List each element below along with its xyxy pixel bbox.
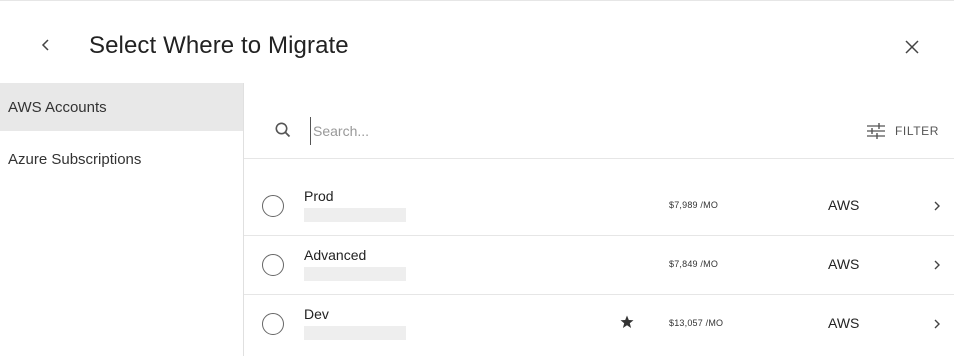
select-radio[interactable] [262, 313, 284, 335]
filter-button[interactable]: FILTER [866, 119, 939, 143]
filter-label: FILTER [895, 124, 940, 138]
account-name: Prod [304, 188, 334, 204]
chevron-right-icon[interactable] [932, 258, 942, 272]
sidebar-item-azure-subscriptions[interactable]: Azure Subscriptions [0, 135, 243, 183]
star-icon [620, 315, 634, 328]
sidebar: AWS Accounts Azure Subscriptions [0, 83, 243, 356]
list-item[interactable]: Dev $13,057 /MO AWS [244, 295, 954, 354]
search-bar: FILTER [244, 103, 954, 159]
account-provider: AWS [828, 197, 860, 213]
account-id-placeholder [304, 326, 406, 340]
account-list: Prod $7,989 /MO AWS Advanced $7,849 /MO … [244, 177, 954, 354]
select-radio[interactable] [262, 195, 284, 217]
account-id-placeholder [304, 267, 406, 281]
sidebar-item-label: AWS Accounts [8, 98, 107, 116]
account-name: Advanced [304, 247, 367, 263]
account-provider: AWS [828, 256, 860, 272]
search-input[interactable] [310, 117, 830, 145]
migrate-dialog: Select Where to Migrate AWS Accounts Azu… [0, 0, 954, 356]
account-price: $7,989 /MO [669, 200, 719, 210]
account-name: Dev [304, 306, 329, 322]
close-icon [905, 40, 919, 54]
chevron-left-icon [41, 39, 49, 51]
account-provider: AWS [828, 315, 860, 331]
chevron-right-icon[interactable] [932, 317, 942, 331]
list-item[interactable]: Prod $7,989 /MO AWS [244, 177, 954, 236]
account-price: $7,849 /MO [669, 259, 719, 269]
account-list-panel: FILTER Prod $7,989 /MO AWS Advanced $7,8… [243, 83, 954, 356]
search-icon [275, 122, 291, 138]
sliders-icon [867, 123, 885, 139]
page-title: Select Where to Migrate [89, 32, 349, 59]
sidebar-item-label: Azure Subscriptions [8, 150, 142, 168]
account-price: $13,057 /MO [669, 318, 724, 328]
back-button[interactable] [34, 29, 58, 61]
close-button[interactable] [898, 33, 926, 61]
select-radio[interactable] [262, 254, 284, 276]
account-id-placeholder [304, 208, 406, 222]
list-item[interactable]: Advanced $7,849 /MO AWS [244, 236, 954, 295]
dialog-header: Select Where to Migrate [0, 1, 954, 83]
chevron-right-icon[interactable] [932, 199, 942, 213]
sidebar-item-aws-accounts[interactable]: AWS Accounts [0, 83, 243, 131]
